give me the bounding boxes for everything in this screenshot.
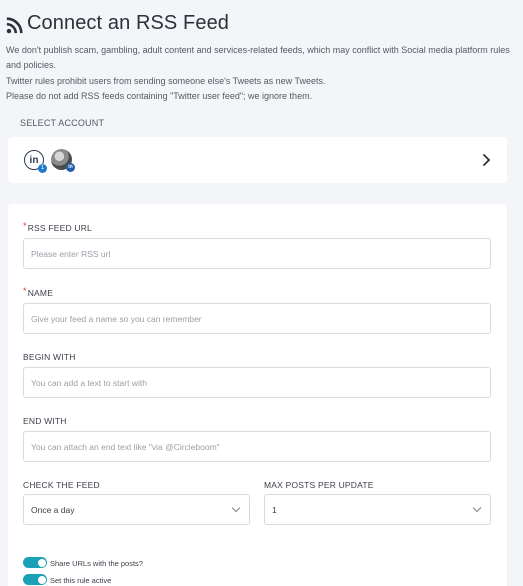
required-marker: * <box>23 286 27 296</box>
chevron-down-icon <box>231 507 241 513</box>
check-feed-value: Once a day <box>31 504 75 515</box>
required-marker: * <box>23 221 27 231</box>
rule-active-label: Set this rule active <box>50 576 112 585</box>
rss-form: *RSS FEED URL *NAME BEGIN WITH END WITH … <box>8 204 507 586</box>
account-count-badge: 1 <box>38 164 47 173</box>
share-urls-label: Share URLs with the posts? <box>50 559 143 568</box>
rule-active-toggle[interactable] <box>23 574 47 585</box>
chevron-right-icon[interactable] <box>482 153 491 167</box>
max-posts-select[interactable]: 1 <box>264 494 491 525</box>
account-selector[interactable]: in 1 in <box>8 137 507 183</box>
notice-line: and policies. <box>6 60 57 71</box>
select-account-label: SELECT ACCOUNT <box>20 118 105 128</box>
begin-with-label: BEGIN WITH <box>23 352 76 362</box>
max-posts-value: 1 <box>272 504 277 515</box>
name-input[interactable] <box>23 303 491 334</box>
rss-url-input[interactable] <box>23 238 491 269</box>
check-feed-label: CHECK THE FEED <box>23 480 100 490</box>
notice-line: Please do not add RSS feeds containing "… <box>6 90 313 101</box>
begin-with-input[interactable] <box>23 367 491 398</box>
name-label-text: NAME <box>27 288 54 298</box>
notice-line: Twitter rules prohibit users from sendin… <box>6 75 326 86</box>
linkedin-badge-icon: in <box>66 163 75 172</box>
notice-line: We don't publish scam, gambling, adult c… <box>6 45 510 55</box>
check-feed-select[interactable]: Once a day <box>23 494 250 525</box>
max-posts-label: MAX POSTS PER UPDATE <box>264 480 374 490</box>
rss-url-label-text: RSS FEED URL <box>27 223 92 233</box>
name-label: *NAME <box>23 286 54 298</box>
page-header: Connect an RSS Feed <box>6 12 229 35</box>
policy-notice: We don't publish scam, gambling, adult c… <box>6 43 518 104</box>
chevron-down-icon <box>472 507 482 513</box>
toggle-knob <box>37 575 46 584</box>
share-urls-toggle[interactable] <box>23 557 47 568</box>
rss-url-label: *RSS FEED URL <box>23 221 92 233</box>
rss-icon <box>6 17 23 34</box>
end-with-input[interactable] <box>23 431 491 462</box>
page-title: Connect an RSS Feed <box>27 12 230 34</box>
end-with-label: END WITH <box>23 416 67 426</box>
toggle-knob <box>37 558 46 567</box>
linkedin-logo-text: in <box>29 154 39 166</box>
